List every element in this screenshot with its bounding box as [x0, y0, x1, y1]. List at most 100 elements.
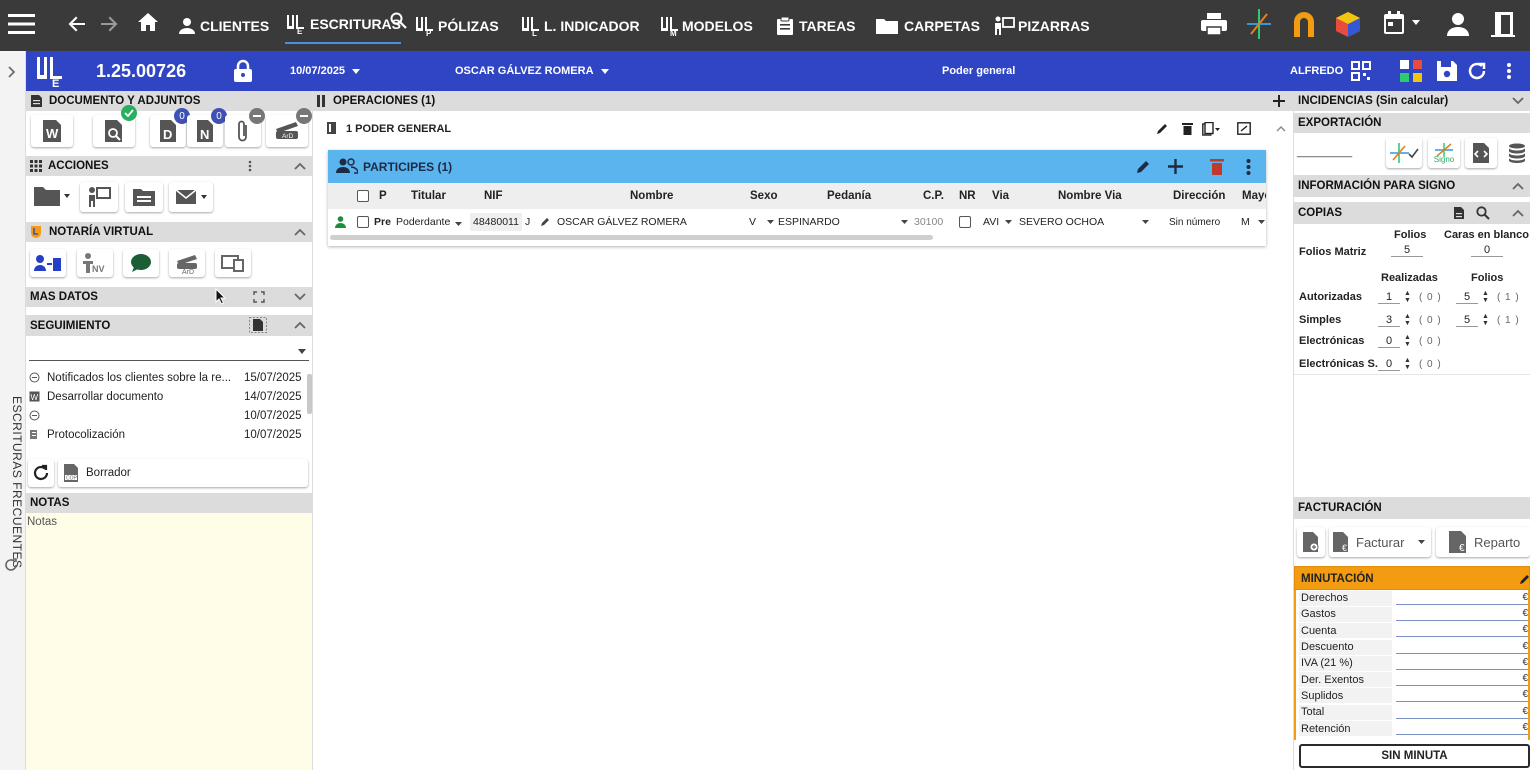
word-document-button[interactable]: W — [31, 115, 73, 147]
operaciones-header[interactable]: OPERACIONES (1) — [313, 91, 1293, 111]
chevron-down-icon[interactable] — [1512, 97, 1524, 105]
minutacion-row[interactable]: Total € — [1299, 704, 1528, 720]
add-icon[interactable] — [1273, 95, 1285, 107]
invoice-add-button[interactable] — [1297, 527, 1325, 557]
calendar-icon[interactable] — [1382, 10, 1420, 36]
history-button[interactable] — [28, 459, 54, 487]
more-vertical-icon[interactable] — [248, 160, 252, 172]
col-sexo[interactable]: Sexo — [750, 183, 778, 209]
folios-matriz-input[interactable]: 5 — [1391, 244, 1423, 257]
chevron-up-icon[interactable] — [294, 228, 306, 236]
acciones-header[interactable]: ACCIONES — [26, 156, 312, 176]
nav-pizarras[interactable]: PIZARRAS — [993, 0, 1090, 51]
chevron-down-icon[interactable] — [767, 220, 774, 224]
col-nr[interactable]: NR — [959, 183, 976, 209]
mas-datos-header[interactable]: MAS DATOS — [26, 287, 312, 307]
chevron-up-icon[interactable] — [294, 321, 306, 329]
add-icon[interactable] — [1168, 159, 1183, 174]
col-direccion[interactable]: Dirección — [1173, 183, 1225, 209]
preview-document-button[interactable] — [93, 105, 137, 147]
seguimiento-filter-select[interactable] — [29, 341, 309, 361]
nv-person-button[interactable]: NV — [77, 249, 113, 277]
list-item[interactable]: W Desarrollar documento 14/07/2025 — [26, 387, 312, 406]
minutacion-row[interactable]: Descuento € — [1299, 639, 1528, 655]
col-via[interactable]: Via — [992, 183, 1009, 209]
stepper-arrows-icon[interactable]: ▲ ▼ — [1404, 313, 1411, 327]
horizontal-scrollbar[interactable] — [330, 235, 933, 240]
print-icon[interactable] — [1200, 12, 1228, 36]
export-signo-button[interactable]: Signo — [1428, 138, 1460, 168]
notas-header[interactable]: NOTAS — [26, 493, 312, 513]
save-icon[interactable] — [1436, 51, 1458, 91]
borrador-button[interactable]: COP Borrador — [58, 459, 308, 487]
minutacion-header[interactable]: MINUTACIÓN — [1294, 566, 1530, 590]
forward-arrow-icon[interactable] — [100, 15, 118, 33]
cube-icon[interactable] — [1334, 10, 1362, 38]
col-cp[interactable]: C.P. — [923, 183, 944, 209]
nav-tareas[interactable]: TAREAS — [776, 0, 856, 51]
table-row[interactable]: Pre Poderdante 48480011 J OSCAR GÁLVEZ R… — [328, 211, 1266, 233]
chat-button[interactable] — [123, 249, 159, 277]
chevron-down-icon[interactable] — [294, 293, 306, 301]
simples-folios-stepper[interactable]: 5 ▲ ▼ ( 1 ) — [1456, 312, 1520, 328]
signo-star-icon[interactable] — [1246, 8, 1272, 40]
qr-code-icon[interactable] — [1351, 51, 1371, 91]
logout-door-icon[interactable] — [1489, 10, 1517, 38]
edit-pencil-icon[interactable] — [1156, 122, 1169, 135]
nav-carpetas[interactable]: CARPETAS — [875, 0, 980, 51]
presentation-button[interactable] — [80, 182, 118, 212]
back-arrow-icon[interactable] — [68, 15, 86, 33]
stepper-arrows-icon[interactable]: ▲ ▼ — [1482, 290, 1489, 304]
col-mayor[interactable]: Mayo — [1242, 183, 1266, 209]
minutacion-row[interactable]: Cuenta € — [1299, 623, 1528, 639]
select-all-checkbox[interactable] — [357, 190, 369, 202]
nr-checkbox[interactable] — [959, 216, 971, 228]
minutacion-row[interactable]: Suplidos € — [1299, 688, 1528, 704]
edit-pencil-icon[interactable] — [540, 217, 550, 227]
copy-icon[interactable] — [1202, 122, 1220, 136]
col-nombre[interactable]: Nombre — [630, 183, 673, 209]
col-pedania[interactable]: Pedanía — [827, 183, 871, 209]
minutacion-row[interactable]: Retención € — [1299, 720, 1528, 737]
chevron-up-icon[interactable] — [1276, 125, 1286, 132]
search-icon[interactable] — [390, 12, 407, 29]
folder-dropdown-button[interactable] — [29, 181, 73, 211]
cabinet-folder-button[interactable] — [125, 182, 163, 212]
stepper-arrows-icon[interactable]: ▲ ▼ — [1404, 290, 1411, 304]
col-nif[interactable]: NIF — [484, 183, 503, 209]
refresh-icon[interactable] — [4, 558, 18, 572]
devices-button[interactable] — [215, 249, 251, 277]
nav-clientes[interactable]: CLIENTES — [178, 0, 269, 51]
chevron-down-icon[interactable] — [1258, 220, 1265, 224]
copias-header[interactable]: COPIAS — [1294, 202, 1530, 224]
seguimiento-scrollbar[interactable] — [307, 374, 312, 414]
documento-adjuntos-header[interactable]: DOCUMENTO Y ADJUNTOS — [26, 91, 312, 111]
ard-button[interactable]: ArD — [169, 249, 205, 277]
database-icon[interactable] — [1508, 143, 1526, 163]
chevron-down-icon[interactable] — [1005, 220, 1012, 224]
chevron-up-icon[interactable] — [1512, 209, 1524, 217]
home-icon[interactable] — [137, 12, 159, 32]
email-dropdown-button[interactable] — [169, 182, 213, 212]
autorizadas-realizadas-stepper[interactable]: 1 ▲ ▼ ( 0 ) — [1378, 289, 1442, 305]
minutacion-row[interactable]: Gastos € — [1299, 606, 1528, 622]
export-grid-icon[interactable] — [1399, 51, 1423, 91]
more-vertical-icon[interactable] — [1506, 51, 1512, 91]
incidencias-header[interactable]: INCIDENCIAS (Sin calcular) — [1294, 91, 1530, 111]
chevron-up-icon[interactable] — [294, 162, 306, 170]
cell-titular-select[interactable]: Poderdante — [396, 211, 463, 233]
autorizadas-folios-stepper[interactable]: 5 ▲ ▼ ( 1 ) — [1456, 289, 1520, 305]
notaria-virtual-header[interactable]: NOTARÍA VIRTUAL — [26, 222, 312, 242]
col-nombre-via[interactable]: Nombre Via — [1058, 183, 1122, 209]
exportacion-header[interactable]: EXPORTACIÓN — [1294, 113, 1530, 133]
minutacion-row[interactable]: Derechos € — [1299, 590, 1528, 606]
attachment-button[interactable] — [225, 108, 265, 147]
minutacion-row[interactable]: Der. Exentos € — [1299, 672, 1528, 688]
edit-pencil-icon[interactable] — [1136, 159, 1151, 174]
caras-blanco-input[interactable]: 0 — [1471, 244, 1503, 257]
document-icon[interactable] — [1453, 206, 1465, 220]
chevron-down-icon[interactable] — [901, 220, 908, 224]
list-item[interactable]: Protocolización 10/07/2025 — [26, 425, 312, 444]
expand-icon[interactable] — [253, 291, 265, 303]
fullscreen-icon[interactable] — [1237, 122, 1251, 135]
